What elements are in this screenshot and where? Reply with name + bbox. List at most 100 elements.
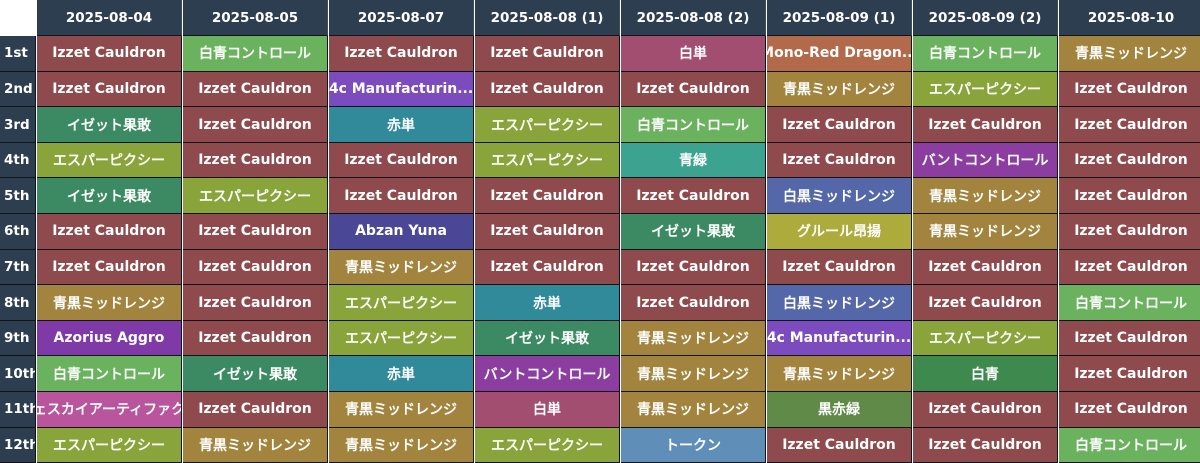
deck-cell: イゼット果敢 xyxy=(183,356,328,392)
deck-cell: 4c Manufacturin... xyxy=(329,71,474,108)
deck-cell: Izzet Cauldron xyxy=(1059,214,1200,250)
column-header-date: 2025-08-09 (1) xyxy=(767,0,912,36)
deck-cell: Izzet Cauldron xyxy=(621,285,766,321)
deck-cell: 白青コントロール xyxy=(621,107,766,143)
deck-cell: エスパーピクシー xyxy=(329,320,474,357)
deck-cell: イゼット果敢 xyxy=(37,178,182,214)
deck-cell: Azorius Aggro xyxy=(37,320,182,357)
deck-cell: 白単 xyxy=(475,392,620,428)
deck-cell: Mono-Red Dragon... xyxy=(767,36,912,72)
deck-results-table: 2025-08-04 2025-08-05 2025-08-07 2025-08-08… xyxy=(0,0,1200,463)
deck-cell: 青黒ミッドレンジ xyxy=(767,71,912,108)
deck-cell: Izzet Cauldron xyxy=(37,214,182,250)
deck-cell: エスパーピクシー xyxy=(475,427,620,463)
deck-cell: Izzet Cauldron xyxy=(1059,392,1200,428)
deck-cell: エスパーピクシー xyxy=(475,142,620,179)
deck-cell: Izzet Cauldron xyxy=(183,71,328,108)
deck-cell: エスパーピクシー xyxy=(913,320,1058,357)
row-header-rank: 12th xyxy=(0,427,36,463)
deck-cell: Izzet Cauldron xyxy=(183,107,328,143)
deck-cell: Izzet Cauldron xyxy=(475,71,620,108)
deck-cell: ヴェスカイアーティファクト xyxy=(37,392,182,428)
row-header-rank: 11th xyxy=(0,392,36,428)
row-header-rank: 5th xyxy=(0,178,36,214)
deck-cell: Izzet Cauldron xyxy=(1059,178,1200,214)
deck-cell: Izzet Cauldron xyxy=(1059,249,1200,286)
deck-cell: 青黒ミッドレンジ xyxy=(37,285,182,321)
deck-cell: バントコントロール xyxy=(913,142,1058,179)
deck-cell: Izzet Cauldron xyxy=(183,320,328,357)
deck-cell: Izzet Cauldron xyxy=(475,249,620,286)
deck-cell: 白青 xyxy=(913,356,1058,392)
deck-cell: エスパーピクシー xyxy=(329,285,474,321)
deck-cell: Izzet Cauldron xyxy=(913,285,1058,321)
deck-cell: 青黒ミッドレンジ xyxy=(767,356,912,392)
deck-cell: Izzet Cauldron xyxy=(183,249,328,286)
deck-cell: バントコントロール xyxy=(475,356,620,392)
deck-cell: 白黒ミッドレンジ xyxy=(767,285,912,321)
deck-cell: 赤単 xyxy=(329,356,474,392)
deck-cell: Izzet Cauldron xyxy=(913,427,1058,463)
deck-cell: 青黒ミッドレンジ xyxy=(329,427,474,463)
deck-cell: 青黒ミッドレンジ xyxy=(183,427,328,463)
row-header-rank: 10th xyxy=(0,356,36,392)
deck-cell: Izzet Cauldron xyxy=(37,36,182,72)
deck-cell: 赤単 xyxy=(475,285,620,321)
deck-cell: Izzet Cauldron xyxy=(621,71,766,108)
deck-cell: Abzan Yuna xyxy=(329,214,474,250)
deck-cell: イゼット果敢 xyxy=(475,320,620,357)
deck-cell: 青黒ミッドレンジ xyxy=(913,178,1058,214)
column-header-date: 2025-08-04 xyxy=(37,0,182,36)
deck-cell: Izzet Cauldron xyxy=(183,392,328,428)
row-header-rank: 2nd xyxy=(0,71,36,108)
deck-cell: 白青コントロール xyxy=(37,356,182,392)
deck-cell: Izzet Cauldron xyxy=(621,249,766,286)
row-header-rank: 9th xyxy=(0,320,36,357)
column-header-date: 2025-08-10 xyxy=(1059,0,1200,36)
deck-cell: Izzet Cauldron xyxy=(1059,71,1200,108)
deck-cell: 黒赤緑 xyxy=(767,392,912,428)
deck-cell: Izzet Cauldron xyxy=(37,249,182,286)
row-header-rank: 3rd xyxy=(0,107,36,143)
column-header-date: 2025-08-08 (2) xyxy=(621,0,766,36)
deck-cell: エスパーピクシー xyxy=(37,427,182,463)
deck-cell: Izzet Cauldron xyxy=(1059,107,1200,143)
row-header-rank: 7th xyxy=(0,249,36,286)
deck-cell: Izzet Cauldron xyxy=(767,142,912,179)
deck-cell: Izzet Cauldron xyxy=(329,178,474,214)
deck-cell: 青黒ミッドレンジ xyxy=(1059,36,1200,72)
row-header-rank: 4th xyxy=(0,142,36,179)
deck-cell: グルール昂揚 xyxy=(767,214,912,250)
deck-cell: 4c Manufacturin... xyxy=(767,320,912,357)
deck-cell: エスパーピクシー xyxy=(37,142,182,179)
deck-cell: 青黒ミッドレンジ xyxy=(913,214,1058,250)
deck-cell: Izzet Cauldron xyxy=(913,107,1058,143)
deck-cell: Izzet Cauldron xyxy=(767,427,912,463)
column-header-date: 2025-08-09 (2) xyxy=(913,0,1058,36)
deck-cell: エスパーピクシー xyxy=(913,71,1058,108)
deck-cell: 白単 xyxy=(621,36,766,72)
deck-cell: 青黒ミッドレンジ xyxy=(329,392,474,428)
deck-cell: エスパーピクシー xyxy=(183,178,328,214)
column-header-date: 2025-08-07 xyxy=(329,0,474,36)
row-header-rank: 1st xyxy=(0,36,36,72)
deck-cell: Izzet Cauldron xyxy=(1059,356,1200,392)
table-corner xyxy=(0,0,36,36)
deck-cell: Izzet Cauldron xyxy=(183,142,328,179)
deck-cell: Izzet Cauldron xyxy=(1059,142,1200,179)
row-header-rank: 8th xyxy=(0,285,36,321)
deck-cell: Izzet Cauldron xyxy=(767,249,912,286)
deck-cell: 青緑 xyxy=(621,142,766,179)
deck-cell: Izzet Cauldron xyxy=(913,392,1058,428)
deck-cell: Izzet Cauldron xyxy=(475,178,620,214)
deck-cell: Izzet Cauldron xyxy=(37,71,182,108)
row-header-rank: 6th xyxy=(0,214,36,250)
deck-cell: エスパーピクシー xyxy=(475,107,620,143)
deck-cell: Izzet Cauldron xyxy=(329,142,474,179)
deck-cell: Izzet Cauldron xyxy=(475,214,620,250)
deck-cell: 白黒ミッドレンジ xyxy=(767,178,912,214)
deck-cell: Izzet Cauldron xyxy=(183,214,328,250)
deck-cell: 青黒ミッドレンジ xyxy=(621,392,766,428)
deck-cell: Izzet Cauldron xyxy=(621,178,766,214)
column-header-date: 2025-08-05 xyxy=(183,0,328,36)
